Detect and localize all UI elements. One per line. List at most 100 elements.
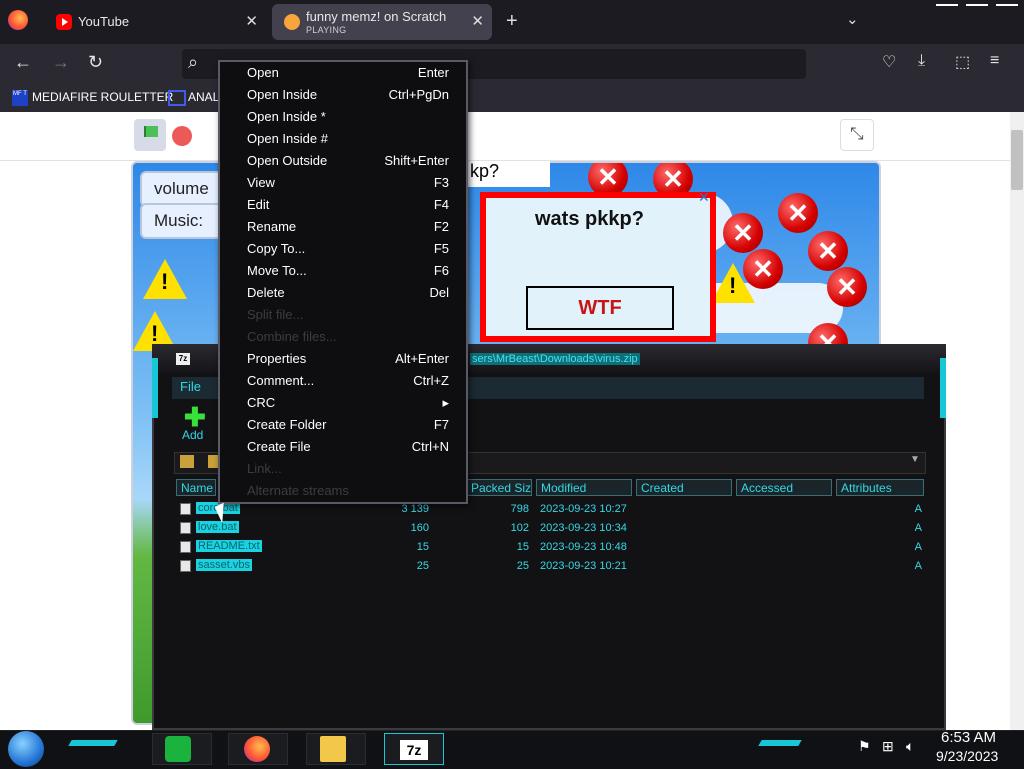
scrollbar-thumb[interactable]	[1011, 130, 1023, 190]
window-controls	[930, 0, 1024, 10]
close-tab-icon[interactable]: ✕	[245, 12, 258, 30]
back-button[interactable]: ←	[14, 52, 32, 73]
page-scrollbar[interactable]	[1010, 112, 1024, 730]
file-icon	[180, 522, 191, 534]
file-size: 3 139	[401, 503, 429, 515]
menu-item-label: Combine files...	[247, 329, 337, 344]
file-icon	[180, 503, 191, 515]
network-icon[interactable]: ⊞	[882, 738, 894, 755]
wtf-button[interactable]: WTF	[526, 286, 674, 330]
add-icon[interactable]: ✚	[184, 404, 206, 430]
file-row[interactable]: love.bat 160 102 2023-09-23 10:34 A	[176, 519, 922, 538]
pocket-icon[interactable]: ♡	[882, 52, 896, 72]
tab-playing-label: PLAYING	[306, 25, 347, 35]
menu-item-open-inside[interactable]: Open Inside Ctrl+PgDn	[247, 84, 449, 106]
column-name[interactable]: Name	[176, 479, 216, 496]
modified-date: 2023-09-23 10:21	[540, 560, 627, 572]
menu-item-create-folder[interactable]: Create Folder F7	[247, 414, 449, 436]
menu-item-shortcut: ▸	[442, 395, 449, 410]
list-all-tabs-button[interactable]: ⌄	[846, 10, 859, 28]
warning-icon	[143, 259, 187, 299]
menu-file[interactable]: File	[180, 379, 201, 394]
menu-item-label: Create Folder	[247, 417, 327, 432]
menu-item-shortcut: Enter	[417, 65, 449, 80]
bookmark-anal[interactable]: ANAL	[188, 90, 219, 104]
menu-item-edit[interactable]: Edit F4	[247, 194, 449, 216]
close-tab-icon[interactable]: ✕	[471, 12, 484, 30]
menu-item-copy-to[interactable]: Copy To... F5	[247, 238, 449, 260]
archive-path: sers\MrBeast\Downloads\virus.zip	[470, 353, 640, 365]
error-icon: ✕	[827, 267, 867, 307]
menu-item-shortcut: F4	[433, 197, 449, 212]
menu-icon[interactable]: ≡	[990, 52, 999, 70]
packed-size: 798	[510, 503, 529, 515]
firefox-logo-icon[interactable]	[8, 10, 28, 30]
menu-item-properties[interactable]: Properties Alt+Enter	[247, 348, 449, 370]
attributes: A	[914, 560, 922, 572]
menu-item-shortcut: F3	[433, 175, 449, 190]
search-icon: ⌕	[188, 52, 199, 72]
fullscreen-icon[interactable]	[840, 119, 874, 151]
packed-size: 102	[510, 522, 529, 534]
start-button[interactable]	[8, 731, 44, 767]
menu-item-shortcut: Shift+Enter	[384, 153, 449, 168]
minimize-icon[interactable]	[936, 4, 958, 6]
column-accessed[interactable]: Accessed	[736, 479, 832, 496]
popup-close-icon[interactable]: ✕	[698, 189, 712, 205]
packed-size: 15	[516, 541, 529, 553]
menu-item-label: Move To...	[247, 263, 307, 278]
menu-item-label: Copy To...	[247, 241, 306, 256]
menu-item-label: CRC	[247, 395, 276, 410]
mediafire-icon: MF T	[12, 90, 28, 106]
volume-icon[interactable]: 🔈︎	[906, 738, 914, 755]
file-row[interactable]: sasset.vbs 25 25 2023-09-23 10:21 A	[176, 557, 922, 576]
bookmark-mediafire[interactable]: MEDIAFIRE ROULETTER	[32, 90, 173, 104]
address-dropdown-icon[interactable]: ▼	[910, 454, 920, 465]
menu-item-open[interactable]: Open Enter	[247, 62, 449, 84]
menu-item-view[interactable]: View F3	[247, 172, 449, 194]
file-name: love.bat	[196, 521, 239, 533]
new-tab-button[interactable]: +	[506, 10, 518, 33]
menu-item-move-to[interactable]: Move To... F6	[247, 260, 449, 282]
menu-item-label: Open Inside #	[247, 131, 328, 146]
menu-item-alternate-streams: Alternate streams	[247, 480, 449, 502]
menu-item-delete[interactable]: Delete Del	[247, 282, 449, 304]
add-button[interactable]: Add	[182, 428, 203, 442]
firefox-icon	[244, 736, 270, 762]
menu-item-crc[interactable]: CRC ▸	[247, 392, 449, 414]
extensions-icon[interactable]: ⬚	[955, 52, 970, 72]
reload-button[interactable]: ↻	[88, 52, 103, 73]
attributes: A	[914, 503, 922, 515]
menu-item-open-outside[interactable]: Open Outside Shift+Enter	[247, 150, 449, 172]
column-created[interactable]: Created	[636, 479, 732, 496]
forward-button[interactable]: →	[52, 52, 70, 73]
menu-item-create-file[interactable]: Create File Ctrl+N	[247, 436, 449, 458]
menu-item-label: View	[247, 175, 275, 190]
close-window-icon[interactable]	[996, 4, 1018, 6]
clock-time[interactable]: 6:53 AM	[941, 729, 996, 746]
modified-date: 2023-09-23 10:34	[540, 522, 627, 534]
menu-item-open-inside[interactable]: Open Inside #	[247, 128, 449, 150]
column-attributes[interactable]: Attributes	[836, 479, 924, 496]
stop-icon[interactable]	[172, 126, 192, 146]
file-name: README.txt	[196, 540, 262, 552]
menu-item-label: Split file...	[247, 307, 304, 322]
flag-icon[interactable]: ⚑	[858, 738, 871, 755]
file-name: sasset.vbs	[196, 559, 252, 571]
tab-scratch[interactable]: funny memz! on Scratch PLAYING ✕	[272, 4, 492, 40]
menu-item-open-inside[interactable]: Open Inside *	[247, 106, 449, 128]
tab-youtube[interactable]: YouTube ✕	[44, 4, 266, 40]
file-row[interactable]: README.txt 15 15 2023-09-23 10:48 A	[176, 538, 922, 557]
column-packed-size[interactable]: Packed Size	[466, 479, 532, 496]
green-flag-icon[interactable]	[134, 119, 166, 151]
menu-item-label: Link...	[247, 461, 282, 476]
maximize-icon[interactable]	[966, 4, 988, 6]
modified-date: 2023-09-23 10:27	[540, 503, 627, 515]
menu-item-shortcut: Alt+Enter	[395, 351, 449, 366]
menu-item-comment[interactable]: Comment... Ctrl+Z	[247, 370, 449, 392]
folder-up-icon[interactable]	[180, 455, 194, 468]
menu-item-rename[interactable]: Rename F2	[247, 216, 449, 238]
column-modified[interactable]: Modified	[536, 479, 632, 496]
download-icon[interactable]: ⤓	[918, 52, 925, 70]
clock-date[interactable]: 9/23/2023	[936, 748, 998, 764]
